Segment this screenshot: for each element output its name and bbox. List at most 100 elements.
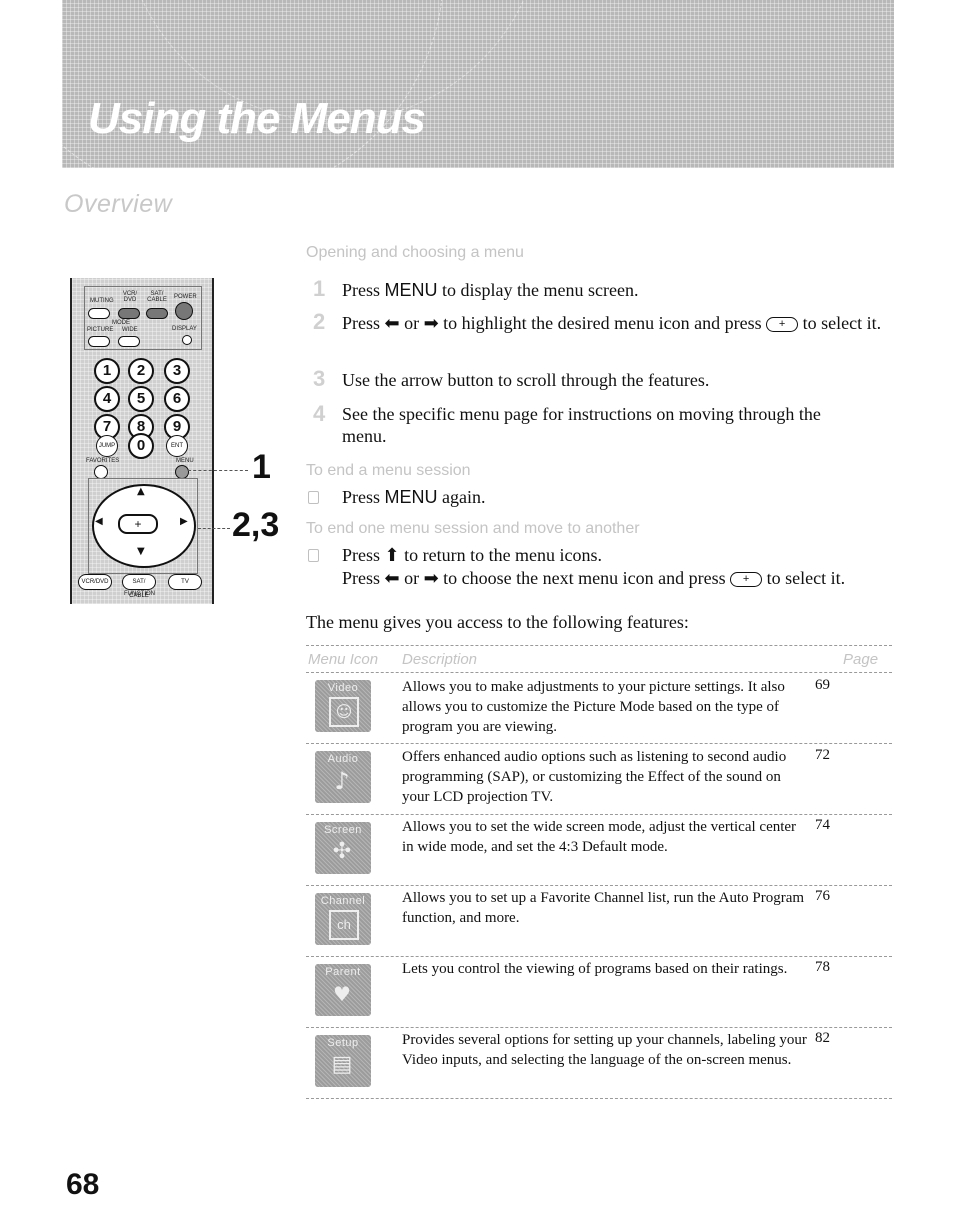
callout-step-1: 1 bbox=[252, 448, 271, 486]
remote-control-illustration: MUTING VCR/ DVD SAT/ CABLE POWER MODE PI… bbox=[70, 278, 214, 604]
table-row-description: Allows you to make adjustments to your p… bbox=[402, 679, 785, 735]
digit-0-button: 0 bbox=[128, 433, 154, 459]
digit-6-button: 6 bbox=[164, 386, 190, 412]
subheading-end-session: To end a menu session bbox=[306, 462, 471, 479]
table-rule bbox=[306, 1098, 892, 1099]
parent-menu-icon: Parent ♥ bbox=[315, 964, 371, 1016]
callout-line-1 bbox=[188, 470, 248, 471]
picture-mode-button bbox=[88, 336, 110, 347]
setup-menu-icon: Setup ▤ bbox=[315, 1035, 371, 1087]
table-row-description: Lets you control the viewing of programs… bbox=[402, 961, 788, 977]
function-tv-button: TV bbox=[168, 574, 202, 590]
table-row-page: 76 bbox=[815, 888, 830, 904]
step-text: Use the arrow button to scroll through t… bbox=[342, 370, 710, 390]
parent-bear-icon: ♥ bbox=[333, 982, 351, 1006]
function-sat-cable-button: SAT/ CABLE bbox=[122, 574, 156, 599]
screen-menu-icon: Screen ✣ bbox=[315, 822, 371, 874]
table-row-page: 82 bbox=[815, 1030, 830, 1046]
remote-label-sat-cable: SAT/ CABLE bbox=[147, 291, 167, 303]
remote-label-menu: MENU bbox=[176, 458, 194, 464]
step-number: 3 bbox=[313, 366, 326, 391]
page-title: Using the Menus bbox=[88, 94, 426, 143]
header-page: Page bbox=[843, 651, 879, 668]
enter-button-icon: + bbox=[730, 572, 763, 587]
table-rule bbox=[306, 885, 892, 886]
remote-label-function: FUNCTION bbox=[124, 591, 155, 597]
power-button bbox=[175, 302, 193, 320]
jump-button: JUMP bbox=[96, 435, 118, 457]
ent-button: ENT bbox=[166, 435, 188, 457]
toolbox-icon: ▤ bbox=[331, 1052, 353, 1077]
end-session-text: Press MENU again. bbox=[342, 487, 486, 507]
table-rule bbox=[306, 1027, 892, 1028]
digit-1-button: 1 bbox=[94, 358, 120, 384]
table-row-page: 69 bbox=[815, 677, 830, 693]
remote-label-favorites: FAVORITES bbox=[86, 458, 120, 464]
screen-arrows-icon: ✣ bbox=[332, 839, 352, 864]
remote-label-power: POWER bbox=[174, 294, 197, 300]
digit-5-button: 5 bbox=[128, 386, 154, 412]
table-row-description: Offers enhanced audio options such as li… bbox=[402, 749, 787, 805]
arrow-up-icon: ▲ bbox=[137, 486, 145, 497]
music-note-icon: ♪ bbox=[334, 767, 350, 795]
table-rule bbox=[306, 743, 892, 744]
table-rule bbox=[306, 672, 892, 673]
arrow-left-icon: ◀ bbox=[95, 516, 103, 527]
video-menu-icon: Video ☺ bbox=[315, 680, 371, 732]
wide-mode-button bbox=[118, 336, 140, 347]
sat-cable-button bbox=[146, 308, 168, 319]
move-session-line-1: Press ⬆ to return to the menu icons. bbox=[342, 545, 603, 565]
function-vcr-dvd-button: VCR/DVD bbox=[78, 574, 112, 590]
audio-menu-icon: Audio ♪ bbox=[315, 751, 371, 803]
callout-line-2-3 bbox=[198, 528, 230, 529]
table-rule bbox=[306, 814, 892, 815]
page-number: 68 bbox=[66, 1168, 100, 1201]
digit-3-button: 3 bbox=[164, 358, 190, 384]
checkbox-bullet-icon bbox=[308, 491, 319, 504]
remote-label-picture: PICTURE bbox=[87, 327, 114, 333]
table-row-description: Provides several options for setting up … bbox=[402, 1032, 807, 1068]
enter-button: + bbox=[118, 514, 158, 534]
table-row-page: 78 bbox=[815, 959, 830, 975]
step-text: Press MENU to display the menu screen. bbox=[342, 280, 639, 300]
subheading-opening: Opening and choosing a menu bbox=[306, 244, 524, 261]
step-number: 1 bbox=[313, 276, 326, 301]
arrow-right-icon: ▶ bbox=[180, 516, 188, 527]
step-text: See the specific menu page for instructi… bbox=[342, 404, 821, 446]
table-row-description: Allows you to set the wide screen mode, … bbox=[402, 819, 797, 855]
subheading-move-session: To end one menu session and move to anot… bbox=[306, 520, 640, 537]
favorites-button bbox=[94, 465, 108, 479]
features-intro: The menu gives you access to the followi… bbox=[306, 612, 689, 632]
header-description: Description bbox=[402, 651, 478, 668]
enter-button-icon: + bbox=[766, 317, 799, 332]
step-text: Press ⬅ or ➡ to highlight the desired me… bbox=[342, 313, 882, 333]
step-number: 2 bbox=[313, 309, 326, 334]
display-button bbox=[182, 335, 192, 345]
channel-icon: ch bbox=[329, 910, 359, 940]
header-banner: Using the Menus bbox=[62, 0, 894, 168]
remote-label-vcr-dvd: VCR/ DVD bbox=[122, 291, 138, 303]
table-row-page: 74 bbox=[815, 817, 830, 833]
table-row-description: Allows you to set up a Favorite Channel … bbox=[402, 890, 805, 926]
channel-menu-icon: Channel ch bbox=[315, 893, 371, 945]
table-rule bbox=[306, 956, 892, 957]
remote-label-mode: MODE bbox=[112, 320, 130, 326]
remote-label-display: DISPLAY bbox=[172, 326, 197, 332]
section-title: Overview bbox=[64, 190, 173, 218]
portrait-icon: ☺ bbox=[329, 697, 359, 727]
remote-label-wide: WIDE bbox=[122, 327, 138, 333]
muting-button bbox=[88, 308, 110, 319]
header-menu-icon: Menu Icon bbox=[308, 651, 379, 668]
step-number: 4 bbox=[313, 401, 326, 426]
move-session-line-2: Press ⬅ or ➡ to choose the next menu ico… bbox=[342, 568, 846, 588]
checkbox-bullet-icon bbox=[308, 549, 319, 562]
table-row-page: 72 bbox=[815, 747, 830, 763]
digit-4-button: 4 bbox=[94, 386, 120, 412]
remote-label-muting: MUTING bbox=[90, 298, 114, 304]
vcr-dvd-button bbox=[118, 308, 140, 319]
arrow-down-icon: ▼ bbox=[137, 546, 145, 557]
digit-2-button: 2 bbox=[128, 358, 154, 384]
table-rule bbox=[306, 645, 892, 646]
menu-button bbox=[175, 465, 189, 479]
callout-step-2-3: 2,3 bbox=[232, 506, 280, 544]
